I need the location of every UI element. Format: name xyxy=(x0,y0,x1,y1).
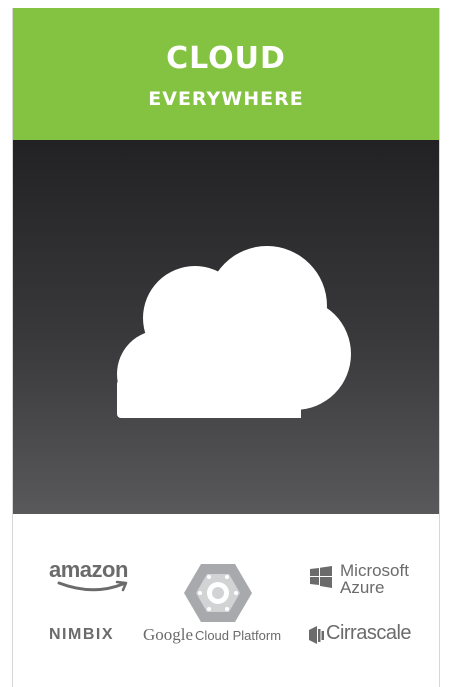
hero-panel xyxy=(13,140,439,514)
partner-logos: amazon Microsoft Azure NIMBIX Google Clo… xyxy=(13,514,439,687)
cirrascale-wordmark: Cirrascale xyxy=(326,622,412,644)
google-cloud-platform-logo: Google Cloud Platform xyxy=(143,625,281,645)
cloud-icon xyxy=(117,246,351,418)
header-title: CLOUD xyxy=(166,41,286,76)
windows-icon xyxy=(310,566,332,588)
cloud-everywhere-card: CLOUD EVERYWHERE amazon Microsoft Azure … xyxy=(12,8,440,687)
header-subtitle: EVERYWHERE xyxy=(148,88,304,110)
azure-wordmark: Azure xyxy=(340,578,385,597)
amazon-logo: amazon xyxy=(49,557,128,592)
cirrascale-mark-icon xyxy=(309,626,324,644)
nimbix-logo: NIMBIX xyxy=(49,626,114,643)
header-banner: CLOUD EVERYWHERE xyxy=(13,8,439,140)
amazon-smile-icon xyxy=(57,580,128,592)
google-cloud-hexagon-icon xyxy=(183,562,253,628)
google-wordmark: Google xyxy=(143,625,194,644)
microsoft-wordmark: Microsoft xyxy=(340,561,409,580)
cloud-platform-wordmark: Cloud Platform xyxy=(195,628,282,643)
amazon-wordmark: amazon xyxy=(49,557,128,582)
